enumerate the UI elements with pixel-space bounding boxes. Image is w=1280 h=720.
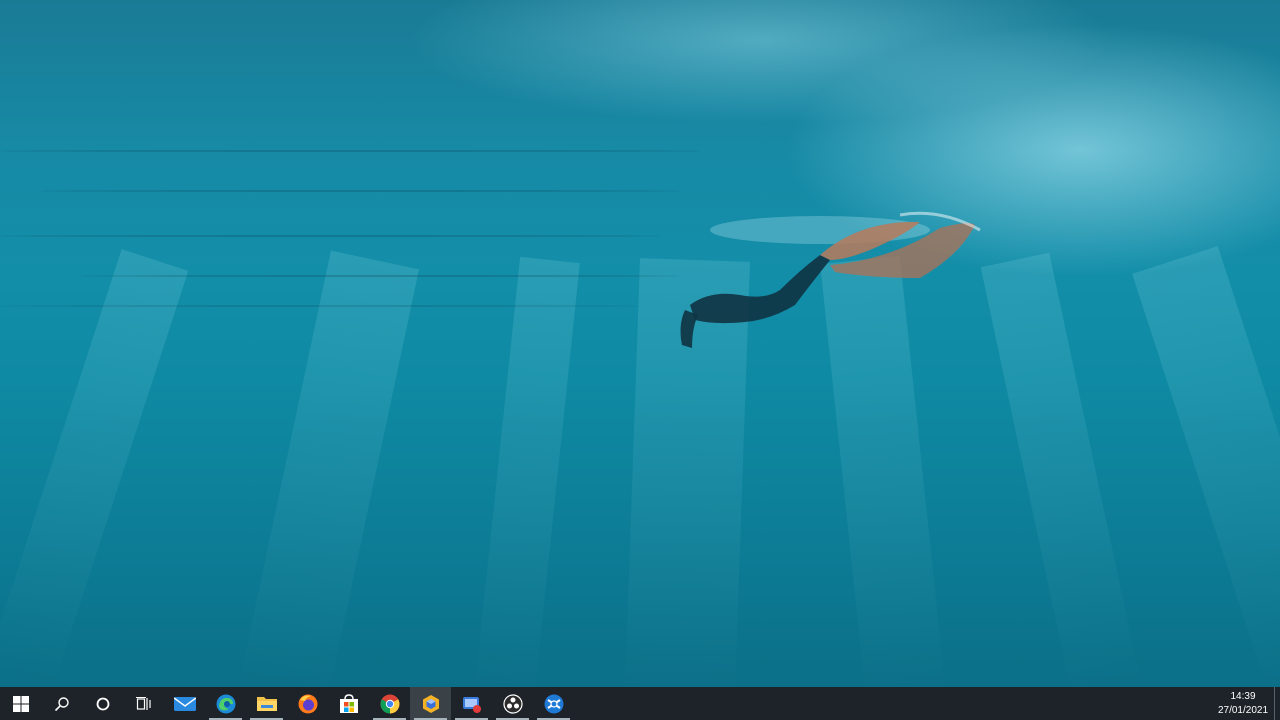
light-ray xyxy=(1132,246,1280,687)
clock-time: 14:39 xyxy=(1230,690,1256,702)
taskbar-app-screen-recorder[interactable] xyxy=(451,687,492,720)
mail-icon xyxy=(173,696,196,711)
taskbar-app-cube[interactable] xyxy=(410,687,451,720)
water-surface-ripple xyxy=(0,150,700,152)
search-icon xyxy=(54,696,69,711)
screen-recorder-icon xyxy=(462,696,481,713)
task-view-icon xyxy=(135,696,151,710)
taskbar-app-blue[interactable] xyxy=(533,687,574,720)
edge-browser-icon xyxy=(216,694,235,713)
chrome-icon xyxy=(380,694,399,713)
light-ray xyxy=(0,249,189,687)
cube-app-icon xyxy=(422,694,439,713)
water-surface-ripple xyxy=(80,275,680,277)
blue-circle-app-icon xyxy=(544,694,563,713)
system-clock[interactable]: 14:39 27/01/2021 xyxy=(1212,687,1274,720)
taskbar-app-obs[interactable] xyxy=(492,687,533,720)
taskbar-app-firefox[interactable] xyxy=(287,687,328,720)
desktop-wallpaper xyxy=(0,0,1280,687)
clock-date: 27/01/2021 xyxy=(1217,704,1269,716)
cortana-circle-icon xyxy=(96,697,109,710)
file-explorer-icon xyxy=(256,696,277,711)
water-surface-ripple xyxy=(40,190,680,192)
show-desktop-button[interactable] xyxy=(1274,687,1280,720)
light-ray xyxy=(474,256,580,687)
taskbar-app-store[interactable] xyxy=(328,687,369,720)
windows-logo-icon xyxy=(12,695,29,712)
taskbar-app-file-explorer[interactable] xyxy=(246,687,287,720)
taskbar-app-edge[interactable] xyxy=(205,687,246,720)
taskbar-app-mail[interactable] xyxy=(164,687,205,720)
light-ray xyxy=(239,250,420,687)
taskbar: 14:39 27/01/2021 xyxy=(0,687,1280,720)
water-surface-ripple xyxy=(0,235,660,237)
water-surface-ripple xyxy=(0,305,640,307)
taskbar-app-chrome[interactable] xyxy=(369,687,410,720)
obs-studio-icon xyxy=(502,693,523,714)
cortana-button[interactable] xyxy=(82,687,123,720)
start-button[interactable] xyxy=(0,687,41,720)
search-button[interactable] xyxy=(41,687,82,720)
firefox-icon xyxy=(298,694,317,713)
freediver-silhouette xyxy=(680,211,981,348)
task-view-button[interactable] xyxy=(123,687,164,720)
light-ray xyxy=(980,252,1141,687)
microsoft-store-icon xyxy=(339,693,358,713)
